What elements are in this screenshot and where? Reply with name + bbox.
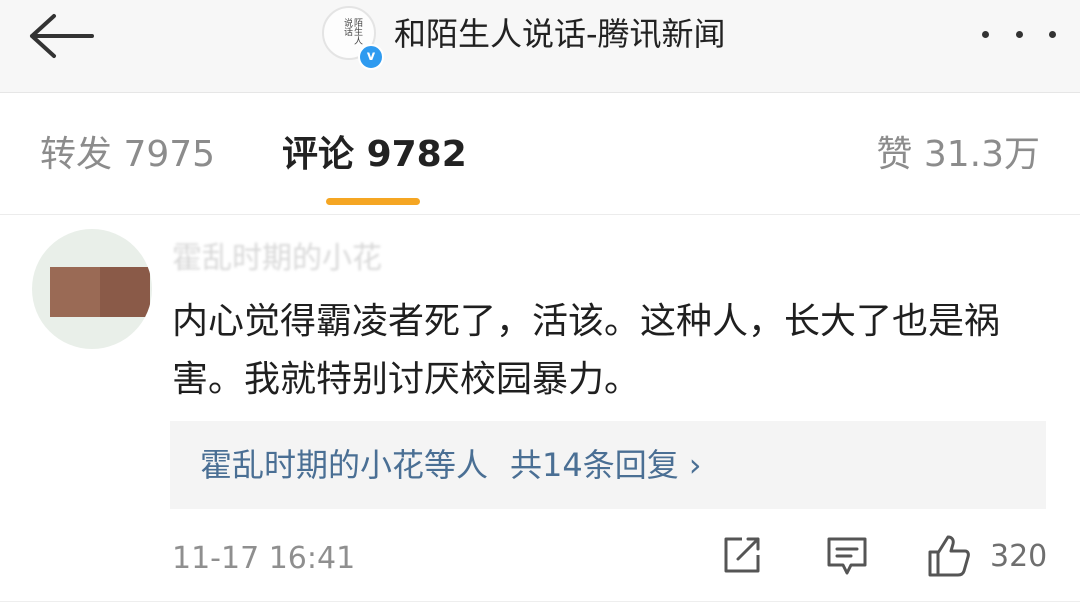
active-tab-indicator <box>326 198 420 205</box>
tab-comments-label: 评论 <box>282 134 355 175</box>
share-icon <box>724 537 760 573</box>
dot-icon <box>982 30 989 38</box>
dot-icon <box>1049 30 1056 38</box>
verified-badge-icon: v <box>358 44 384 70</box>
tab-repost[interactable]: 转发 7975 <box>40 131 215 179</box>
arrow-left-icon <box>30 14 94 58</box>
comment-item: 霍乱时期的小花 内心觉得霸凌者死了，活该。这种人，长大了也是祸害。我就特别讨厌校… <box>0 215 1080 602</box>
back-button[interactable] <box>22 8 98 64</box>
thumbs-up-icon <box>928 535 970 577</box>
comment-bubble-icon <box>827 537 867 575</box>
tab-comments-count: 9782 <box>366 134 467 175</box>
replies-preview-button[interactable]: 霍乱时期的小花等人 共14条回复 › <box>170 421 1046 509</box>
replies-names: 霍乱时期的小花等人 <box>200 446 489 484</box>
replies-count: 共14条回复 <box>510 446 679 484</box>
commenter-avatar[interactable] <box>32 229 152 349</box>
top-nav-bar: 陌生人说话 v 和陌生人说话-腾讯新闻 <box>0 0 1080 93</box>
replies-summary: 霍乱时期的小花等人 共14条回复 › <box>200 443 724 487</box>
like-count: 320 <box>990 539 1048 574</box>
avatar-pixel-block <box>100 267 150 317</box>
page-title: 和陌生人说话-腾讯新闻 <box>394 15 726 53</box>
comment-timestamp: 11-17 16:41 <box>172 541 356 576</box>
comment-text: 内心觉得霸凌者死了，活该。这种人，长大了也是祸害。我就特别讨厌校园暴力。 <box>172 301 1001 400</box>
chevron-right-icon: › <box>688 446 702 484</box>
post-tabs: 转发 7975 评论 9782 赞 31.3万 <box>0 93 1080 215</box>
tab-likes[interactable]: 赞 31.3万 <box>876 131 1040 179</box>
dot-icon <box>1015 30 1023 38</box>
tab-comments[interactable]: 评论 9782 <box>282 131 467 179</box>
avatar-seal-logo: 陌生人说话 <box>342 18 362 45</box>
like-comment-button[interactable]: 320 <box>926 533 1050 581</box>
more-options-button[interactable] <box>982 16 1056 52</box>
avatar-pixel-block <box>50 267 100 317</box>
share-comment-button[interactable] <box>720 533 764 581</box>
commenter-name[interactable]: 霍乱时期的小花 <box>172 239 382 279</box>
reply-comment-button[interactable] <box>826 533 868 581</box>
